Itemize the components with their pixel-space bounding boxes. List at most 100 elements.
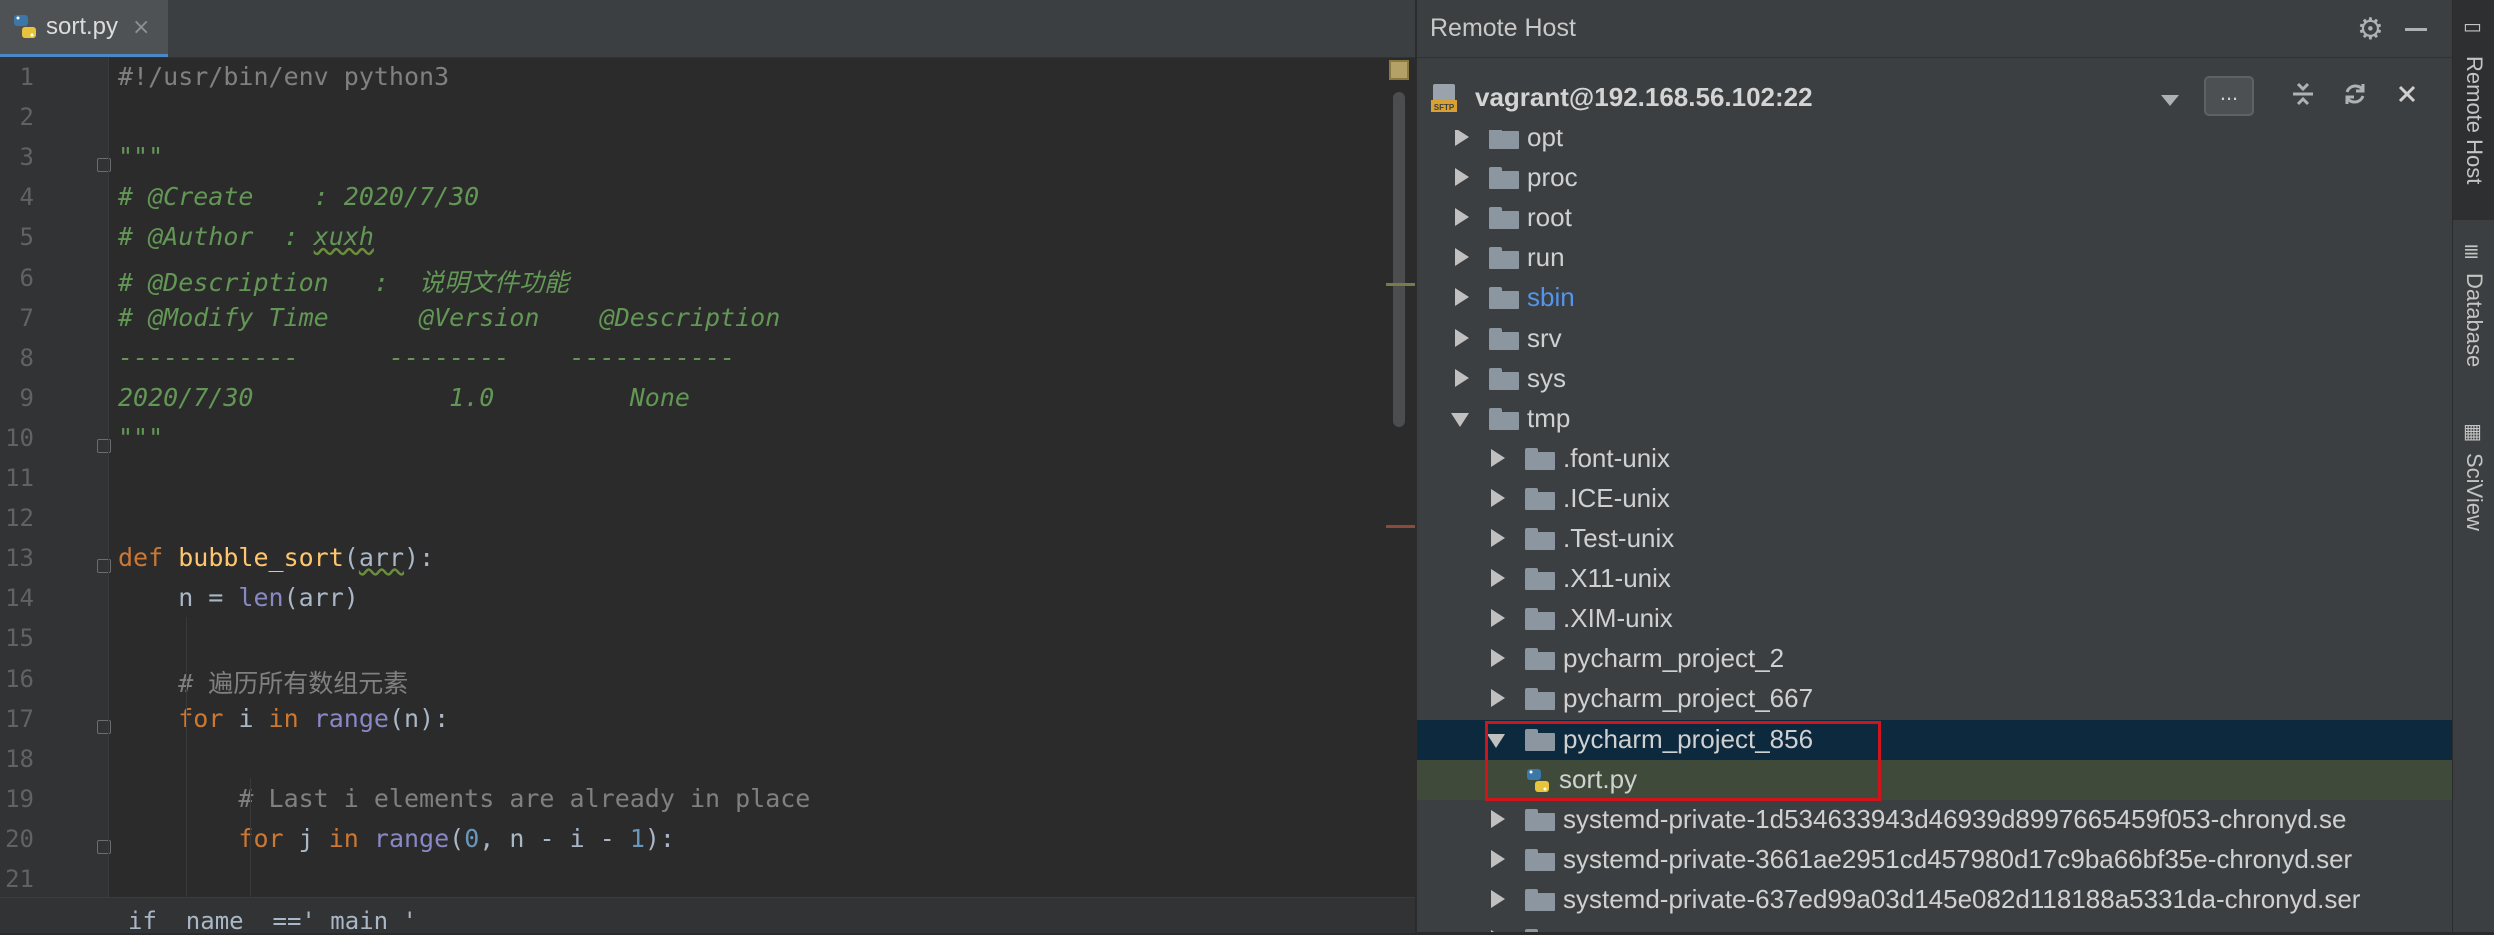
folder-icon (1525, 888, 1555, 911)
code-token: for (238, 823, 299, 853)
folder-icon (1525, 848, 1555, 871)
code-token: bubble_sort (178, 543, 344, 573)
code-token: (arr) (283, 583, 359, 613)
code-line: # 遍历所有数组元素 (118, 664, 408, 700)
chevron-right-icon[interactable] (1491, 889, 1505, 908)
tree-folder-row[interactable]: run (1417, 238, 2452, 278)
line-number: 14 (5, 584, 34, 613)
code-area[interactable]: #!/usr/bin/env python3 """ # @Create : 202… (109, 57, 1399, 897)
tree-folder-row[interactable]: .XIM-unix (1417, 599, 2452, 639)
chevron-right-icon[interactable] (1491, 849, 1505, 868)
code-token: ( (343, 543, 359, 573)
chevron-down-icon[interactable] (1487, 733, 1505, 748)
close-icon[interactable] (2391, 80, 2423, 112)
tree-folder-row[interactable]: tmp (1417, 399, 2452, 439)
folder-icon (1525, 487, 1555, 510)
code-line: # @Modify Time @Version @Description (118, 303, 780, 332)
tree-folder-row[interactable]: pycharm_project_2 (1417, 639, 2452, 679)
tree-folder-row[interactable]: .Test-unix (1417, 519, 2452, 559)
host-selector-label[interactable]: vagrant@192.168.56.102:22 (1475, 82, 1813, 113)
tree-folder-row[interactable]: srv (1417, 319, 2452, 359)
sciview-icon: ▦ (2463, 419, 2482, 443)
line-number: 11 (5, 464, 34, 492)
scroll-marker[interactable] (1386, 283, 1415, 286)
code-token: # 遍历所有数组元素 (118, 668, 409, 698)
remote-host-toolbar: SFTP vagrant@192.168.56.102:22 ... (1417, 58, 2452, 138)
code-token: in (268, 703, 314, 733)
chevron-right-icon[interactable] (1455, 248, 1469, 267)
chevron-right-icon[interactable] (1455, 130, 1469, 146)
tab-close-icon[interactable]: × (132, 15, 150, 40)
tree-item-label: .XIM-unix (1563, 603, 1673, 634)
code-token: #!/usr/bin/env python3 (118, 62, 450, 91)
tree-item-label: opt (1527, 130, 1564, 152)
gear-icon[interactable]: ⚙ (2357, 12, 2384, 47)
chevron-right-icon[interactable] (1491, 609, 1505, 628)
refresh-icon[interactable] (2339, 80, 2371, 112)
editor-hint-line: if name ==' main ' (128, 907, 417, 935)
host-dropdown-icon[interactable] (2161, 95, 2179, 106)
tree-folder-row[interactable]: sbin (1417, 278, 2452, 318)
tree-folder-row[interactable]: sys (1417, 359, 2452, 399)
tree-folder-row[interactable]: systemd-private-3661ae2951cd457980d17c9b… (1417, 840, 2452, 880)
panel-header: Remote Host ⚙ (1417, 0, 2452, 58)
line-number: 1 (19, 63, 34, 91)
chevron-right-icon[interactable] (1491, 809, 1505, 828)
code-line: """ (118, 142, 163, 171)
tree-folder-row[interactable]: systemd-private-1d534633943d46939d899766… (1417, 800, 2452, 840)
sidebar-item-remote-host[interactable]: ▭ Remote Host (2453, 0, 2494, 220)
minimize-icon[interactable] (2405, 28, 2427, 31)
tree-file-row[interactable]: sort.py (1417, 759, 2452, 800)
inspection-status-icon[interactable] (1389, 60, 1409, 80)
code-token: j (298, 823, 329, 853)
tree-item-label: run (1527, 242, 1565, 273)
chevron-right-icon[interactable] (1491, 488, 1505, 507)
line-number: 19 (5, 784, 34, 813)
chevron-right-icon[interactable] (1491, 689, 1505, 708)
tree-item-label: .Test-unix (1563, 523, 1675, 553)
tree-folder-row[interactable] (1417, 920, 2452, 932)
browse-more-button[interactable]: ... (2204, 76, 2254, 116)
folder-icon (1489, 407, 1519, 430)
code-token: range (373, 823, 450, 853)
code-token: # @Modify Time @Version @Description (118, 302, 781, 332)
tree-folder-row[interactable]: .X11-unix (1417, 559, 2452, 599)
tree-folder-row[interactable]: pycharm_project_856 (1417, 719, 2452, 760)
tree-folder-row[interactable]: .ICE-unix (1417, 479, 2452, 519)
scroll-marker[interactable] (1386, 525, 1415, 528)
tree-folder-row[interactable]: opt (1417, 130, 2452, 158)
editor-scrollbar[interactable] (1393, 92, 1405, 427)
tree-item-label: proc (1527, 162, 1578, 193)
tab-sort-py[interactable]: sort.py × (0, 0, 168, 57)
folder-icon (1525, 808, 1555, 831)
collapse-all-icon[interactable] (2287, 80, 2319, 112)
chevron-right-icon[interactable] (1455, 328, 1469, 347)
chevron-right-icon[interactable] (1491, 529, 1505, 547)
tab-label: sort.py (46, 13, 119, 40)
chevron-right-icon[interactable] (1455, 168, 1469, 187)
code-line: ------------ -------- ----------- (118, 343, 735, 372)
chevron-right-icon[interactable] (1455, 208, 1469, 227)
code-line: 2020/7/30 1.0 None (118, 383, 690, 412)
line-number: 17 (5, 704, 34, 733)
tree-item-label: systemd-private-637ed99a03d145e082d11818… (1563, 883, 2361, 914)
tree-folder-row[interactable]: proc (1417, 158, 2452, 198)
chevron-right-icon[interactable] (1455, 288, 1469, 307)
tree-folder-row[interactable]: systemd-private-637ed99a03d145e082d11818… (1417, 880, 2452, 920)
chevron-right-icon[interactable] (1455, 368, 1469, 387)
chevron-down-icon[interactable] (1451, 412, 1469, 427)
line-number: 16 (5, 664, 34, 693)
sidebar-item-database[interactable]: ≣ Database (2453, 235, 2494, 395)
sidebar-item-sciview[interactable]: ▦ SciView (2453, 415, 2494, 555)
chevron-right-icon[interactable] (1491, 649, 1505, 668)
tree-item-label: pycharm_project_2 (1563, 643, 1785, 674)
chevron-right-icon[interactable] (1491, 569, 1505, 588)
chevron-right-icon[interactable] (1491, 448, 1505, 467)
sidebar-item-label: Remote Host (2462, 56, 2487, 185)
tree-folder-row[interactable]: pycharm_project_667 (1417, 679, 2452, 719)
indent-guide (186, 617, 187, 897)
tree-folder-row[interactable]: .font-unix (1417, 439, 2452, 479)
tree-folder-row[interactable]: root (1417, 198, 2452, 238)
database-icon: ≣ (2463, 239, 2480, 263)
code-token: 1 (629, 823, 645, 853)
